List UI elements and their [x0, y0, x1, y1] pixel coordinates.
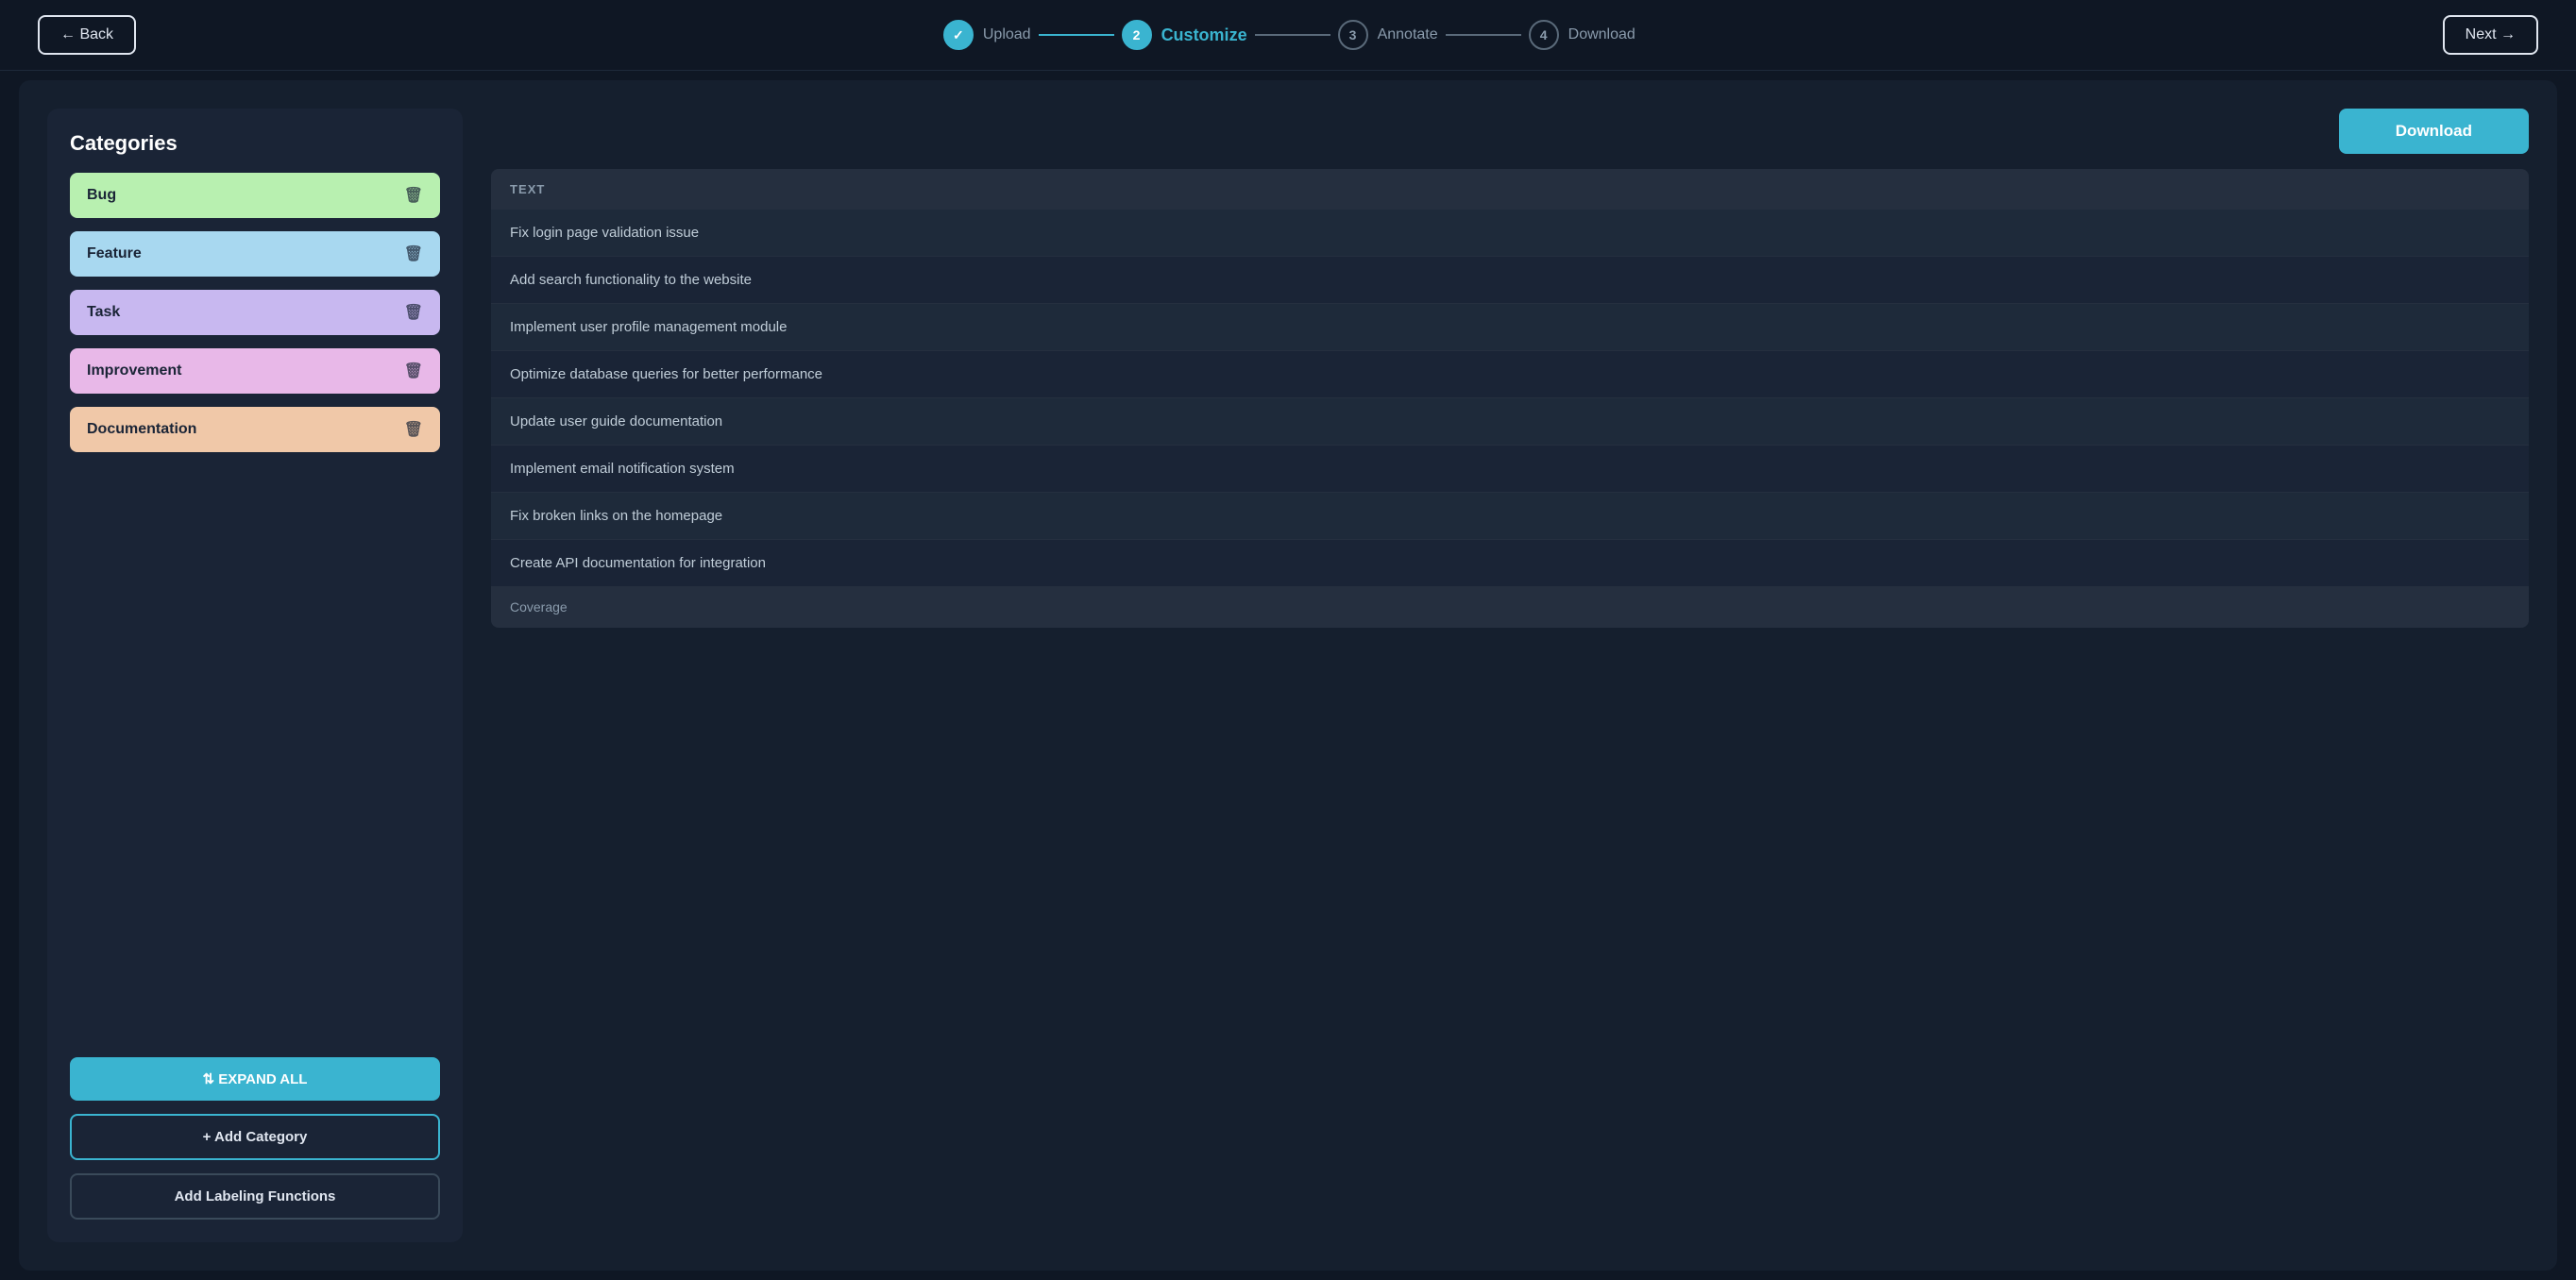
- table-row: Implement user profile management module: [491, 304, 2529, 351]
- trash-icon-bug[interactable]: 🗑: [404, 186, 423, 205]
- top-nav: ← Back ✓ Upload 2 Customize 3 Annotate 4…: [0, 0, 2576, 71]
- category-improvement[interactable]: Improvement 🗑: [70, 348, 440, 394]
- step-circle-download: 4: [1529, 20, 1559, 50]
- table-cell-text: Fix login page validation issue: [491, 210, 2529, 257]
- step-customize: 2 Customize: [1122, 20, 1247, 50]
- table-cell-text: Implement email notification system: [491, 446, 2529, 493]
- table-row: Update user guide documentation: [491, 398, 2529, 446]
- panel-title: Categories: [70, 131, 440, 156]
- category-documentation-label: Documentation: [87, 421, 196, 438]
- add-labeling-functions-button[interactable]: Add Labeling Functions: [70, 1173, 440, 1220]
- step-label-download: Download: [1568, 26, 1635, 43]
- step-upload: ✓ Upload: [943, 20, 1031, 50]
- step-connector-3: [1446, 34, 1521, 36]
- main-content: Categories Bug 🗑 Feature 🗑 Task 🗑 Improv…: [19, 80, 2557, 1271]
- table-cell-text: Implement user profile management module: [491, 304, 2529, 351]
- table-header-row: TEXT: [491, 169, 2529, 210]
- category-feature[interactable]: Feature 🗑: [70, 231, 440, 277]
- table-footer-coverage: Coverage: [491, 586, 2529, 628]
- category-bug-label: Bug: [87, 187, 116, 204]
- table-cell-text: Create API documentation for integration: [491, 540, 2529, 587]
- table-row: Implement email notification system: [491, 446, 2529, 493]
- text-table: TEXT Fix login page validation issueAdd …: [491, 169, 2529, 628]
- step-annotate: 3 Annotate: [1338, 20, 1438, 50]
- category-improvement-label: Improvement: [87, 362, 181, 379]
- table-cell-text: Update user guide documentation: [491, 398, 2529, 446]
- stepper: ✓ Upload 2 Customize 3 Annotate 4 Downlo…: [943, 20, 1635, 50]
- table-row: Optimize database queries for better per…: [491, 351, 2529, 398]
- back-button[interactable]: ← Back: [38, 15, 136, 55]
- step-download: 4 Download: [1529, 20, 1635, 50]
- category-task-label: Task: [87, 304, 120, 321]
- trash-icon-task[interactable]: 🗑: [404, 303, 423, 322]
- trash-icon-documentation[interactable]: 🗑: [404, 420, 423, 439]
- column-header-text: TEXT: [491, 169, 2529, 210]
- table-cell-text: Optimize database queries for better per…: [491, 351, 2529, 398]
- table-cell-text: Add search functionality to the website: [491, 257, 2529, 304]
- step-label-upload: Upload: [983, 26, 1031, 43]
- step-circle-annotate: 3: [1338, 20, 1368, 50]
- download-button[interactable]: Download: [2339, 109, 2529, 154]
- table-row: Fix broken links on the homepage: [491, 493, 2529, 540]
- category-documentation[interactable]: Documentation 🗑: [70, 407, 440, 452]
- step-label-customize: Customize: [1161, 25, 1247, 45]
- step-label-annotate: Annotate: [1378, 26, 1438, 43]
- category-bug[interactable]: Bug 🗑: [70, 173, 440, 218]
- step-circle-customize: 2: [1122, 20, 1152, 50]
- right-top-bar: Download: [491, 109, 2529, 154]
- table-row: Create API documentation for integration: [491, 540, 2529, 587]
- trash-icon-improvement[interactable]: 🗑: [404, 362, 423, 380]
- trash-icon-feature[interactable]: 🗑: [404, 244, 423, 263]
- next-button[interactable]: Next →: [2443, 15, 2538, 55]
- table-footer-row: Coverage: [491, 586, 2529, 628]
- add-category-button[interactable]: + Add Category: [70, 1114, 440, 1160]
- table-cell-text: Fix broken links on the homepage: [491, 493, 2529, 540]
- step-connector-1: [1039, 34, 1114, 36]
- category-feature-label: Feature: [87, 245, 142, 262]
- category-task[interactable]: Task 🗑: [70, 290, 440, 335]
- table-row: Fix login page validation issue: [491, 210, 2529, 257]
- expand-all-button[interactable]: ⇅ EXPAND ALL: [70, 1057, 440, 1101]
- left-panel: Categories Bug 🗑 Feature 🗑 Task 🗑 Improv…: [47, 109, 463, 1242]
- step-circle-upload: ✓: [943, 20, 974, 50]
- table-row: Add search functionality to the website: [491, 257, 2529, 304]
- right-panel: Download TEXT Fix login page validation …: [491, 109, 2529, 1242]
- step-connector-2: [1255, 34, 1330, 36]
